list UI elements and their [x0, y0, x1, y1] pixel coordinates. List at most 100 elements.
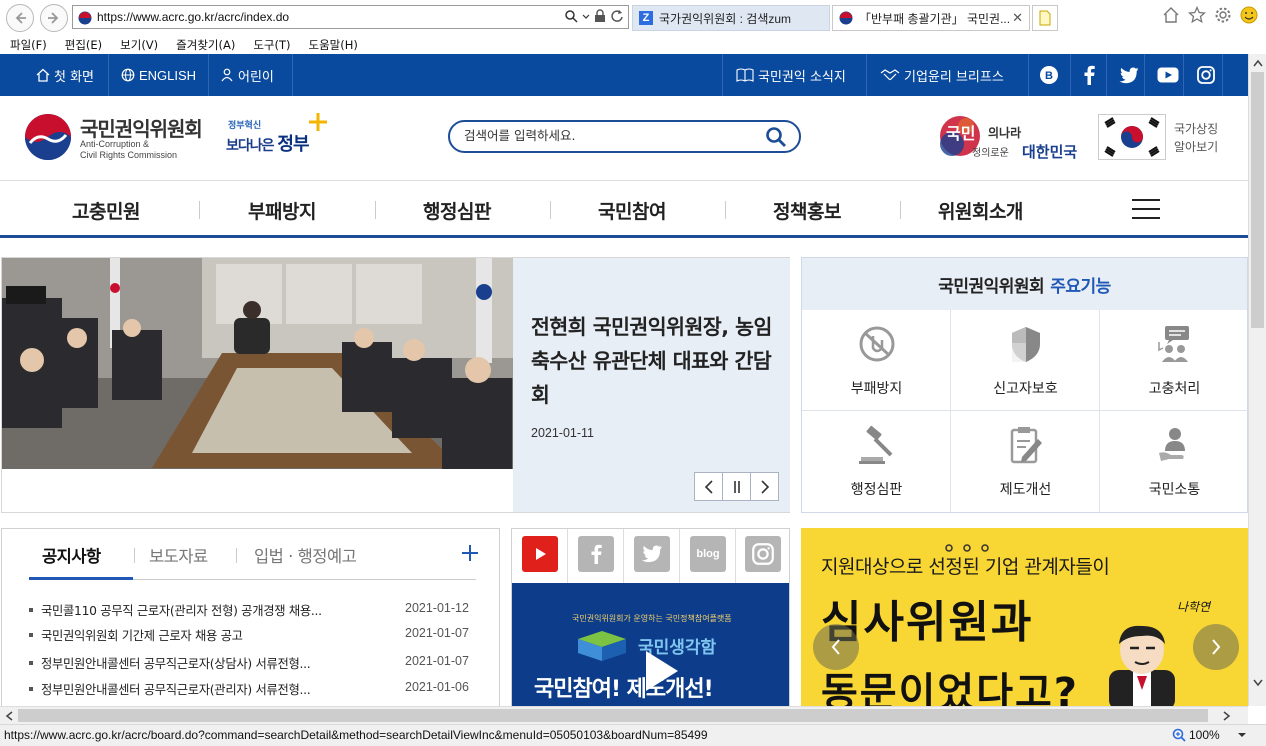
notice-title[interactable]: 정부민원안내콜센터 공무직근로자(상담사) 서류전형... — [41, 654, 389, 672]
nav-anticorruption[interactable]: 부패방지 — [248, 197, 316, 224]
ethics-link[interactable]: 기업윤리 브리프스 — [880, 54, 1004, 96]
chevron-right-icon — [760, 479, 769, 494]
list-item[interactable]: 정부민원안내콜센터 공무직근로자(상담사) 서류전형... 2021-01-07 — [29, 654, 479, 674]
facebook-button[interactable] — [578, 536, 614, 572]
scroll-right-icon[interactable] — [1222, 710, 1232, 722]
instagram-button[interactable] — [745, 536, 781, 572]
gov-innovation-text: 보다나은 — [226, 138, 278, 154]
refresh-icon[interactable] — [610, 9, 624, 23]
tab-zum-search[interactable]: Z 국가권익위원회 : 검색zum — [632, 5, 830, 31]
banner-next-button[interactable] — [1193, 624, 1239, 670]
banner-line3: 동문이었다고? — [821, 670, 1080, 708]
newsletter-link[interactable]: 국민권익 소식지 — [736, 54, 846, 96]
blog-link[interactable]: B — [1039, 54, 1063, 96]
banner-prev-button[interactable] — [813, 624, 859, 670]
logo-title[interactable]: 국민권익위원회 — [80, 113, 203, 142]
list-item[interactable]: 국민콜110 공무직 근로자(관리자 전형) 공개경쟁 채용... 2021-01… — [29, 601, 479, 621]
arrow-right-icon — [48, 12, 59, 24]
menu-edit[interactable]: 편집(E) — [55, 34, 110, 54]
tab-press-releases[interactable]: 보도자료 — [149, 543, 208, 567]
national-flag[interactable] — [1098, 114, 1166, 160]
news-headline[interactable]: 전현희 국민권익위원장, 농임축수산 유관단체 대표와 간담회 — [531, 310, 781, 412]
blog-button[interactable]: blog — [690, 536, 726, 572]
tab-legislation[interactable]: 입법 · 행정예고 — [254, 543, 357, 567]
back-button[interactable] — [6, 4, 34, 32]
news-date: 2021-01-11 — [531, 426, 595, 440]
gear-icon[interactable] — [1214, 6, 1232, 24]
nav-about[interactable]: 위원회소개 — [938, 197, 1023, 224]
menu-tools[interactable]: 도구(T) — [243, 34, 298, 54]
fn-system-improvement[interactable]: 제도개선 — [951, 411, 1100, 512]
new-tab-button[interactable] — [1032, 5, 1058, 31]
english-link[interactable]: ENGLISH — [121, 54, 196, 96]
search-icon[interactable] — [564, 9, 578, 23]
slogan-part3: 정의로운 — [972, 148, 1009, 159]
national-slogan[interactable]: 국민 의나라 정의로운 대한민국 — [938, 112, 1088, 164]
menu-icon[interactable] — [1132, 199, 1160, 221]
prev-button[interactable] — [694, 472, 723, 501]
notice-title[interactable]: 정부민원안내콜센터 공무직근로자(관리자) 서류전형... — [41, 680, 389, 698]
search-input[interactable] — [464, 128, 754, 143]
nav-complaints[interactable]: 고충민원 — [72, 197, 140, 224]
menu-favorites[interactable]: 즐겨찾기(A) — [166, 34, 243, 54]
video-thumbnail[interactable]: 국민권익위원회가 운영하는 국민정책참여플랫폼 국민생각함 국민참여! 제도개선… — [512, 583, 789, 707]
fn-communication[interactable]: 국민소통 — [1100, 411, 1249, 512]
logo-subtitle-line1: Anti-Corruption & — [80, 139, 150, 149]
gov-innovation-logo[interactable]: 보다나은 정부 — [226, 130, 310, 156]
home-link[interactable]: 첫 화면 — [36, 54, 94, 96]
fn-anticorruption[interactable]: 부패방지 — [802, 310, 951, 411]
list-item[interactable]: 국민권익위원회 기간제 근로자 채용 공고 2021-01-07 — [29, 626, 479, 646]
youtube-button[interactable] — [522, 536, 558, 572]
instagram-link[interactable] — [1197, 54, 1219, 96]
news-visual: 전현희 국민권익위원장, 농임축수산 유관단체 대표와 간담회 2021-01-… — [1, 257, 790, 513]
pause-button[interactable] — [722, 472, 751, 501]
address-bar[interactable]: https://www.acrc.go.kr/acrc/index.do — [72, 5, 629, 29]
forward-button[interactable] — [40, 4, 68, 32]
chevron-down-icon[interactable] — [582, 9, 590, 23]
more-plus-icon[interactable] — [460, 543, 480, 563]
nav-participation[interactable]: 국민참여 — [598, 197, 666, 224]
promo-banner[interactable]: 지원대상으로 선정된 기업 관계자들이 심사위원과 동문이었다고? 나학연 — [801, 528, 1248, 708]
acrc-logo[interactable] — [24, 113, 72, 161]
twitter-link[interactable] — [1119, 54, 1143, 96]
smiley-icon[interactable] — [1240, 6, 1258, 24]
chevron-down-icon[interactable] — [1237, 730, 1247, 740]
zoom-control[interactable]: 100% — [1172, 728, 1247, 742]
scroll-up-icon[interactable] — [1252, 58, 1264, 68]
nav-policy-pr[interactable]: 정책홍보 — [773, 197, 841, 224]
facebook-link[interactable] — [1082, 54, 1100, 96]
star-icon[interactable] — [1188, 6, 1206, 24]
search-icon[interactable] — [765, 126, 787, 148]
lock-icon[interactable] — [594, 9, 606, 23]
twitter-button[interactable] — [634, 536, 670, 572]
flag-label[interactable]: 국가상징 — [1174, 120, 1218, 137]
flag-label-2[interactable]: 알아보기 — [1174, 138, 1218, 155]
menu-view[interactable]: 보기(V) — [110, 34, 166, 54]
kids-link[interactable]: 어린이 — [220, 54, 274, 96]
scroll-left-icon[interactable] — [4, 710, 14, 722]
tab-acrc[interactable]: 「반부패 총괄기관」 국민권... ✕ — [832, 5, 1030, 31]
news-photo[interactable] — [2, 258, 513, 469]
horizontal-scrollbar[interactable] — [0, 706, 1248, 724]
notice-title[interactable]: 국민권익위원회 기간제 근로자 채용 공고 — [41, 626, 389, 644]
vertical-scroll-thumb[interactable] — [1251, 72, 1264, 328]
play-icon[interactable] — [644, 649, 680, 693]
nav-admin-appeals[interactable]: 행정심판 — [423, 197, 491, 224]
scroll-down-icon[interactable] — [1252, 678, 1264, 688]
fn-admin-appeals[interactable]: 행정심판 — [802, 411, 951, 512]
site-header: 국민권익위원회 Anti-Corruption & Civil Rights C… — [0, 96, 1248, 180]
close-icon[interactable]: ✕ — [1012, 10, 1023, 26]
tab-notices[interactable]: 공지사항 — [42, 543, 101, 567]
notice-title[interactable]: 국민콜110 공무직 근로자(관리자 전형) 공개경쟁 채용... — [41, 601, 389, 619]
fn-grievance[interactable]: 고충처리 — [1100, 310, 1249, 411]
list-item[interactable]: 정부민원안내콜센터 공무직근로자(관리자) 서류전형... 2021-01-06 — [29, 680, 479, 700]
menu-file[interactable]: 파일(F) — [0, 34, 55, 54]
horizontal-scroll-thumb[interactable] — [18, 709, 1208, 722]
fn-whistleblower-protection[interactable]: 신고자보호 — [951, 310, 1100, 411]
vertical-scrollbar[interactable] — [1248, 54, 1266, 706]
home-icon[interactable] — [1162, 6, 1180, 24]
next-button[interactable] — [750, 472, 779, 501]
menu-help[interactable]: 도움말(H) — [299, 34, 366, 54]
english-link-label: ENGLISH — [139, 67, 197, 83]
youtube-link[interactable] — [1157, 54, 1183, 96]
